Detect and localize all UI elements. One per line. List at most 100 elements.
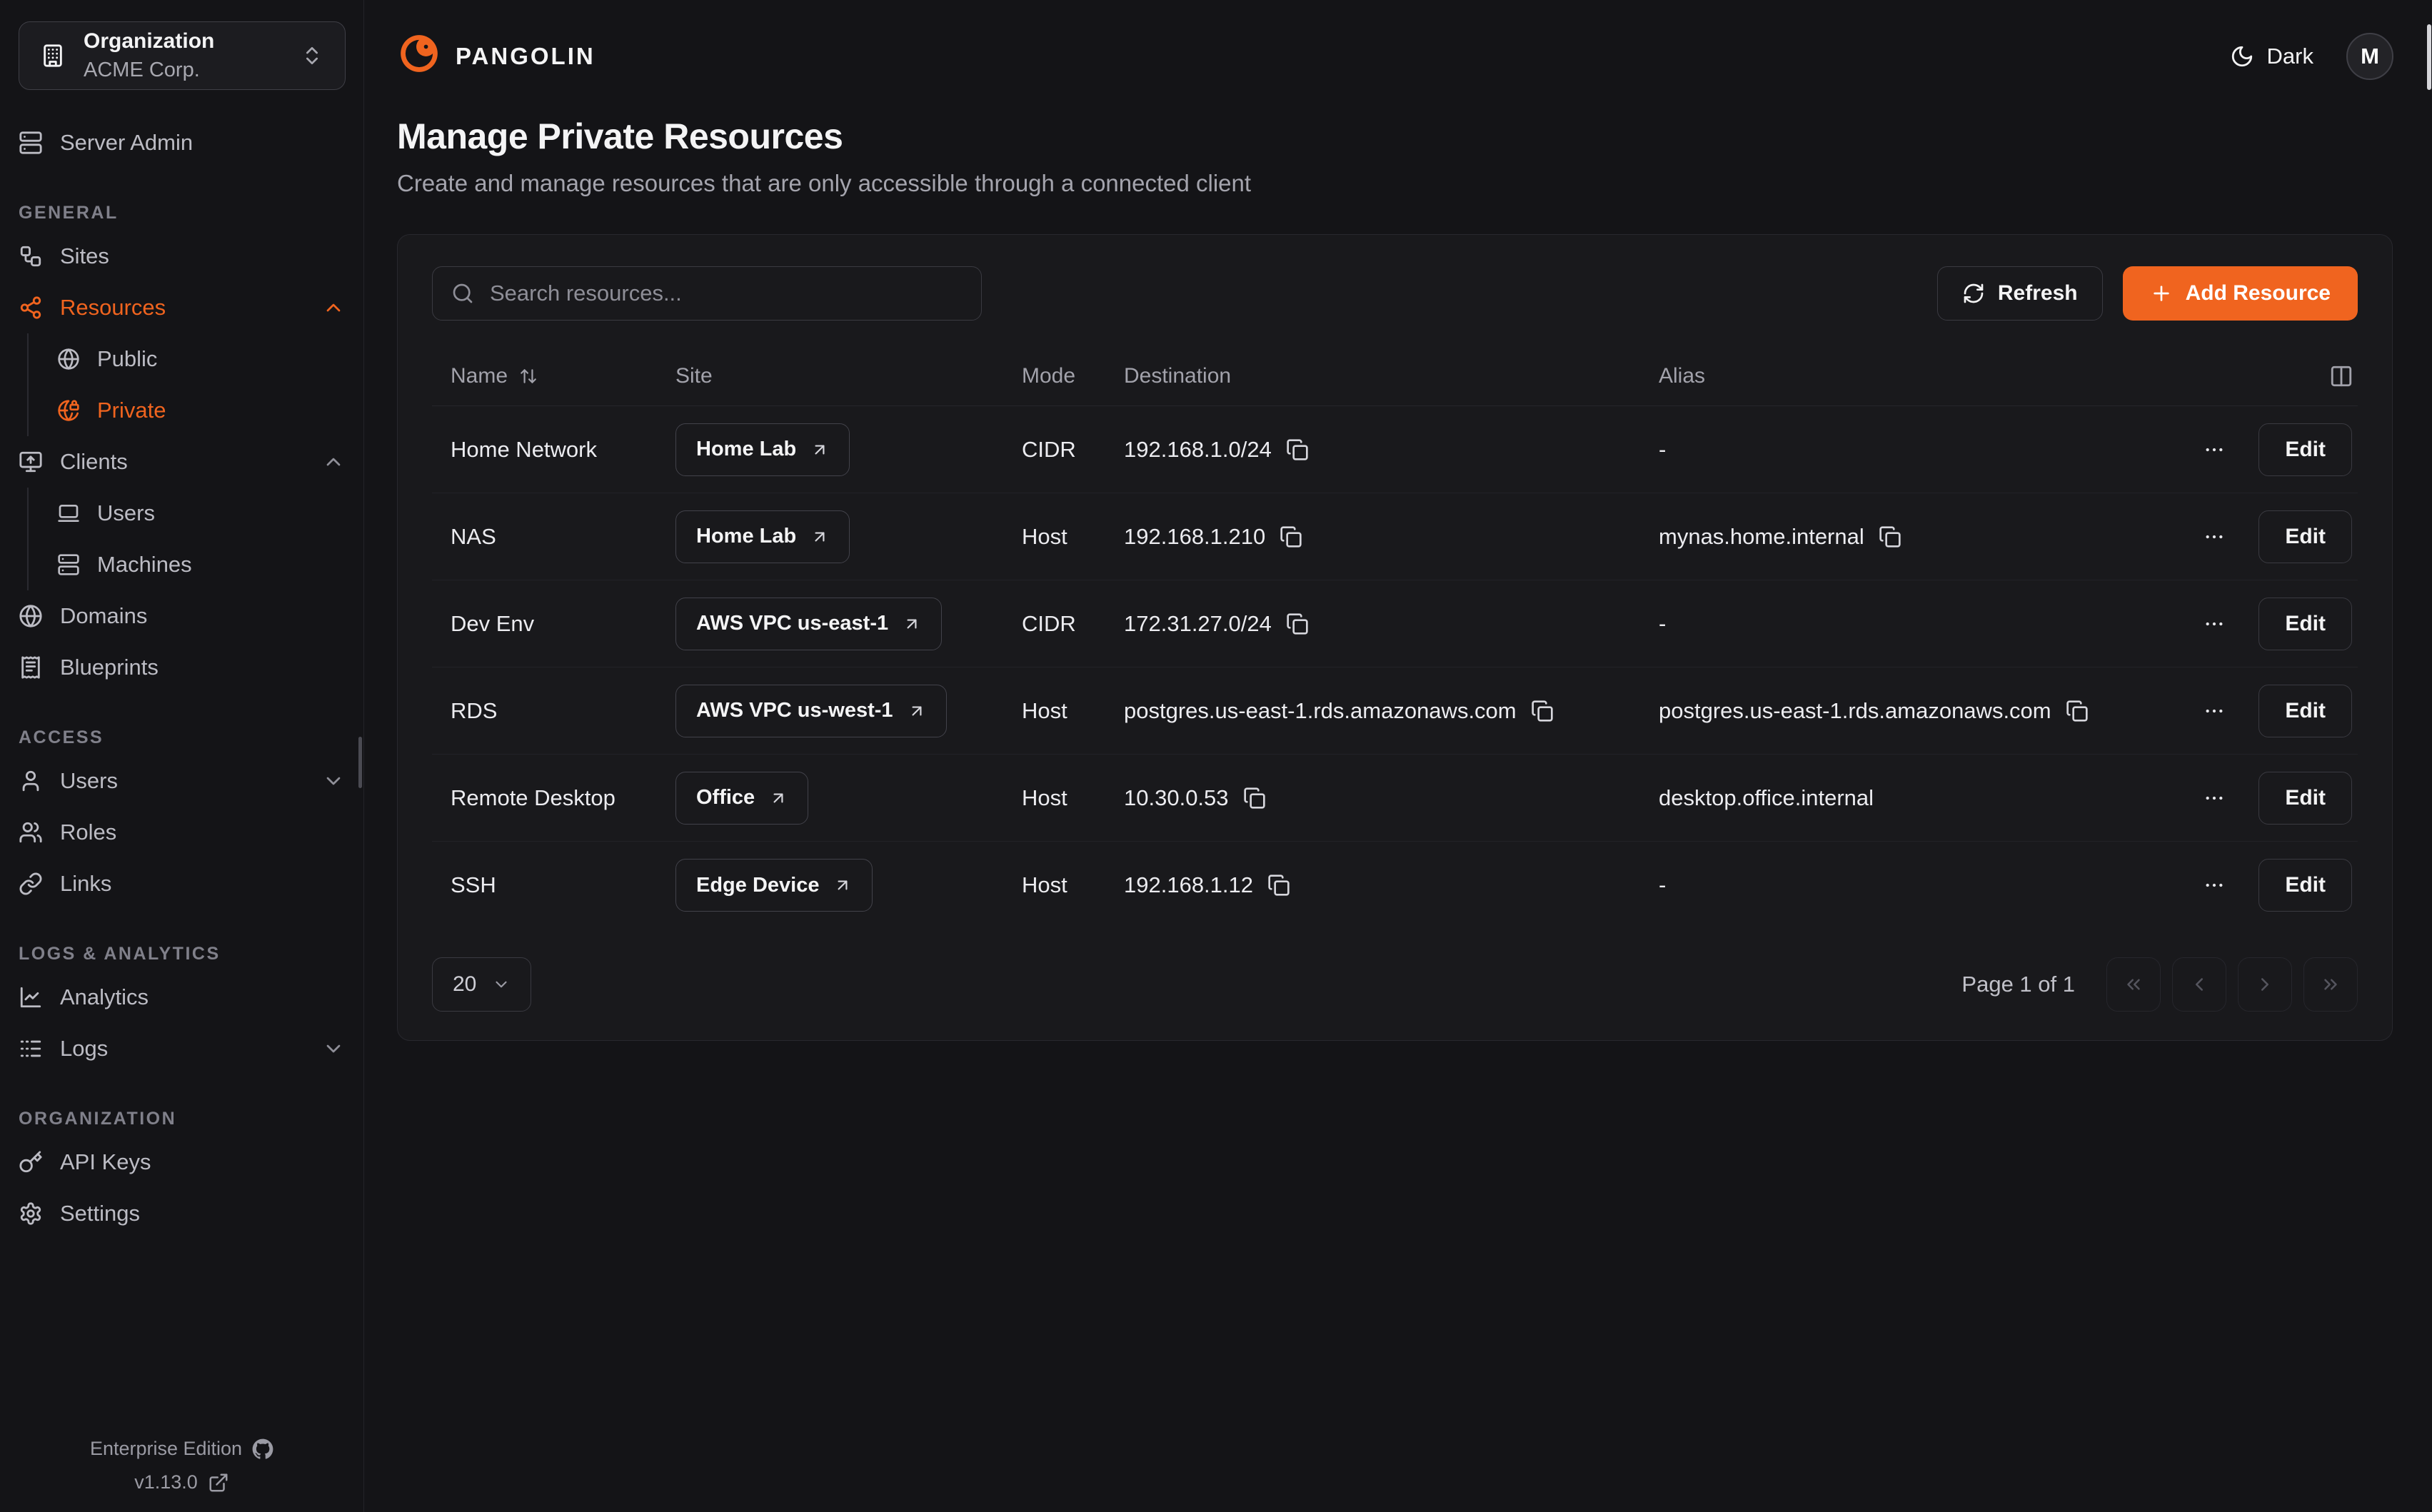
site-link-button[interactable]: Office [675,772,808,825]
site-link-button[interactable]: AWS VPC us-west-1 [675,685,947,737]
page-scrollbar-thumb[interactable] [2427,24,2431,90]
first-page-button[interactable] [2106,957,2161,1012]
sidebar-scrollbar-thumb[interactable] [358,737,362,788]
cell-actions: Edit [2122,859,2358,912]
key-icon [19,1150,43,1174]
sidebar-item-links[interactable]: Links [19,858,345,909]
columns-toggle-button[interactable] [2329,364,2353,388]
sidebar-item-clients[interactable]: Clients [19,436,345,488]
copy-button[interactable] [2066,700,2089,722]
sidebar-item-private[interactable]: Private [57,385,345,436]
copy-button[interactable] [1267,874,1290,897]
sidebar-item-client-users[interactable]: Users [57,488,345,539]
row-menu-button[interactable] [2203,613,2226,635]
copy-icon [1286,438,1309,461]
row-menu-button[interactable] [2203,525,2226,548]
ellipsis-icon [2203,613,2226,635]
ellipsis-icon [2203,700,2226,722]
edition-link[interactable]: Enterprise Edition [90,1438,273,1460]
refresh-button[interactable]: Refresh [1937,266,2103,321]
column-header-name[interactable]: Name [432,364,657,388]
theme-toggle-label: Dark [2267,44,2313,69]
copy-icon [1286,613,1309,635]
sidebar-item-resources[interactable]: Resources [19,282,345,333]
logs-icon [19,1037,43,1061]
page-size-value: 20 [453,972,476,997]
add-resource-button[interactable]: Add Resource [2123,266,2358,321]
sidebar-item-sites[interactable]: Sites [19,231,345,282]
receipt-icon [19,655,43,680]
site-link-button[interactable]: Home Lab [675,510,850,563]
table-row: Remote Desktop Office Host 10.30.0.53 de… [432,755,2358,842]
sidebar-item-analytics[interactable]: Analytics [19,972,345,1023]
edit-button[interactable]: Edit [2258,510,2352,563]
copy-button[interactable] [1879,525,1901,548]
row-menu-button[interactable] [2203,874,2226,897]
sidebar-item-server-admin[interactable]: Server Admin [19,117,345,168]
section-label-access: ACCESS [19,727,345,748]
sidebar-item-api-keys[interactable]: API Keys [19,1136,345,1188]
copy-icon [2066,700,2089,722]
table-row: RDS AWS VPC us-west-1 Host postgres.us-e… [432,667,2358,755]
avatar[interactable]: M [2346,33,2393,80]
sidebar-item-label: Clients [60,449,128,475]
site-link-button[interactable]: Home Lab [675,423,850,476]
sidebar-item-users[interactable]: Users [19,755,345,807]
prev-page-button[interactable] [2172,957,2226,1012]
sidebar-item-domains[interactable]: Domains [19,590,345,642]
sidebar-footer: Enterprise Edition v1.13.0 [0,1438,363,1493]
edit-button[interactable]: Edit [2258,598,2352,650]
topbar-right: Dark M [2226,33,2393,80]
theme-toggle[interactable]: Dark [2226,43,2318,70]
cell-name: NAS [432,524,657,550]
chevron-down-icon [322,1037,345,1060]
copy-icon [1267,874,1290,897]
row-menu-button[interactable] [2203,438,2226,461]
site-link-button[interactable]: Edge Device [675,859,873,912]
table-header-row: Name Site Mode Destination Alias [432,346,2358,406]
next-page-button[interactable] [2238,957,2292,1012]
site-link-button[interactable]: AWS VPC us-east-1 [675,598,942,650]
search-box[interactable] [432,266,982,321]
page-scrollbar[interactable] [2426,0,2432,1512]
copy-button[interactable] [1286,438,1309,461]
sidebar-item-logs[interactable]: Logs [19,1023,345,1074]
copy-button[interactable] [1243,787,1266,810]
version-link[interactable]: v1.13.0 [134,1471,229,1493]
edit-button[interactable]: Edit [2258,859,2352,912]
sidebar-item-public[interactable]: Public [57,333,345,385]
search-input[interactable] [488,280,963,307]
org-selector[interactable]: Organization ACME Corp. [19,21,346,90]
clients-subgroup: Users Machines [27,488,345,590]
sidebar-item-label: Logs [60,1036,108,1062]
sidebar-item-blueprints[interactable]: Blueprints [19,642,345,693]
copy-button[interactable] [1280,525,1302,548]
table-pagination: 20 Page 1 of 1 [432,957,2358,1012]
page-title: Manage Private Resources [397,116,2393,157]
cell-destination: 192.168.1.12 [1105,872,1640,898]
sidebar-item-settings[interactable]: Settings [19,1188,345,1239]
cell-site: AWS VPC us-west-1 [657,685,1003,737]
sidebar-item-machines[interactable]: Machines [57,539,345,590]
last-page-button[interactable] [2303,957,2358,1012]
external-link-icon [208,1472,229,1493]
copy-button[interactable] [1531,700,1554,722]
arrow-up-right-icon [810,528,829,546]
sidebar-item-label: Server Admin [60,130,193,156]
row-menu-button[interactable] [2203,787,2226,810]
chevrons-right-icon [2320,974,2341,995]
copy-icon [1531,700,1554,722]
copy-icon [1280,525,1302,548]
page-size-select[interactable]: 20 [432,957,531,1012]
resources-card: Refresh Add Resource Name [397,234,2393,1041]
pangolin-logo[interactable]: PANGOLIN [397,31,596,81]
column-header-actions [2122,364,2358,388]
edit-button[interactable]: Edit [2258,772,2352,825]
copy-button[interactable] [1286,613,1309,635]
edit-button[interactable]: Edit [2258,423,2352,476]
sidebar-item-label: Users [97,500,155,526]
row-menu-button[interactable] [2203,700,2226,722]
cell-site: Home Lab [657,423,1003,476]
sidebar-item-roles[interactable]: Roles [19,807,345,858]
edit-button[interactable]: Edit [2258,685,2352,737]
